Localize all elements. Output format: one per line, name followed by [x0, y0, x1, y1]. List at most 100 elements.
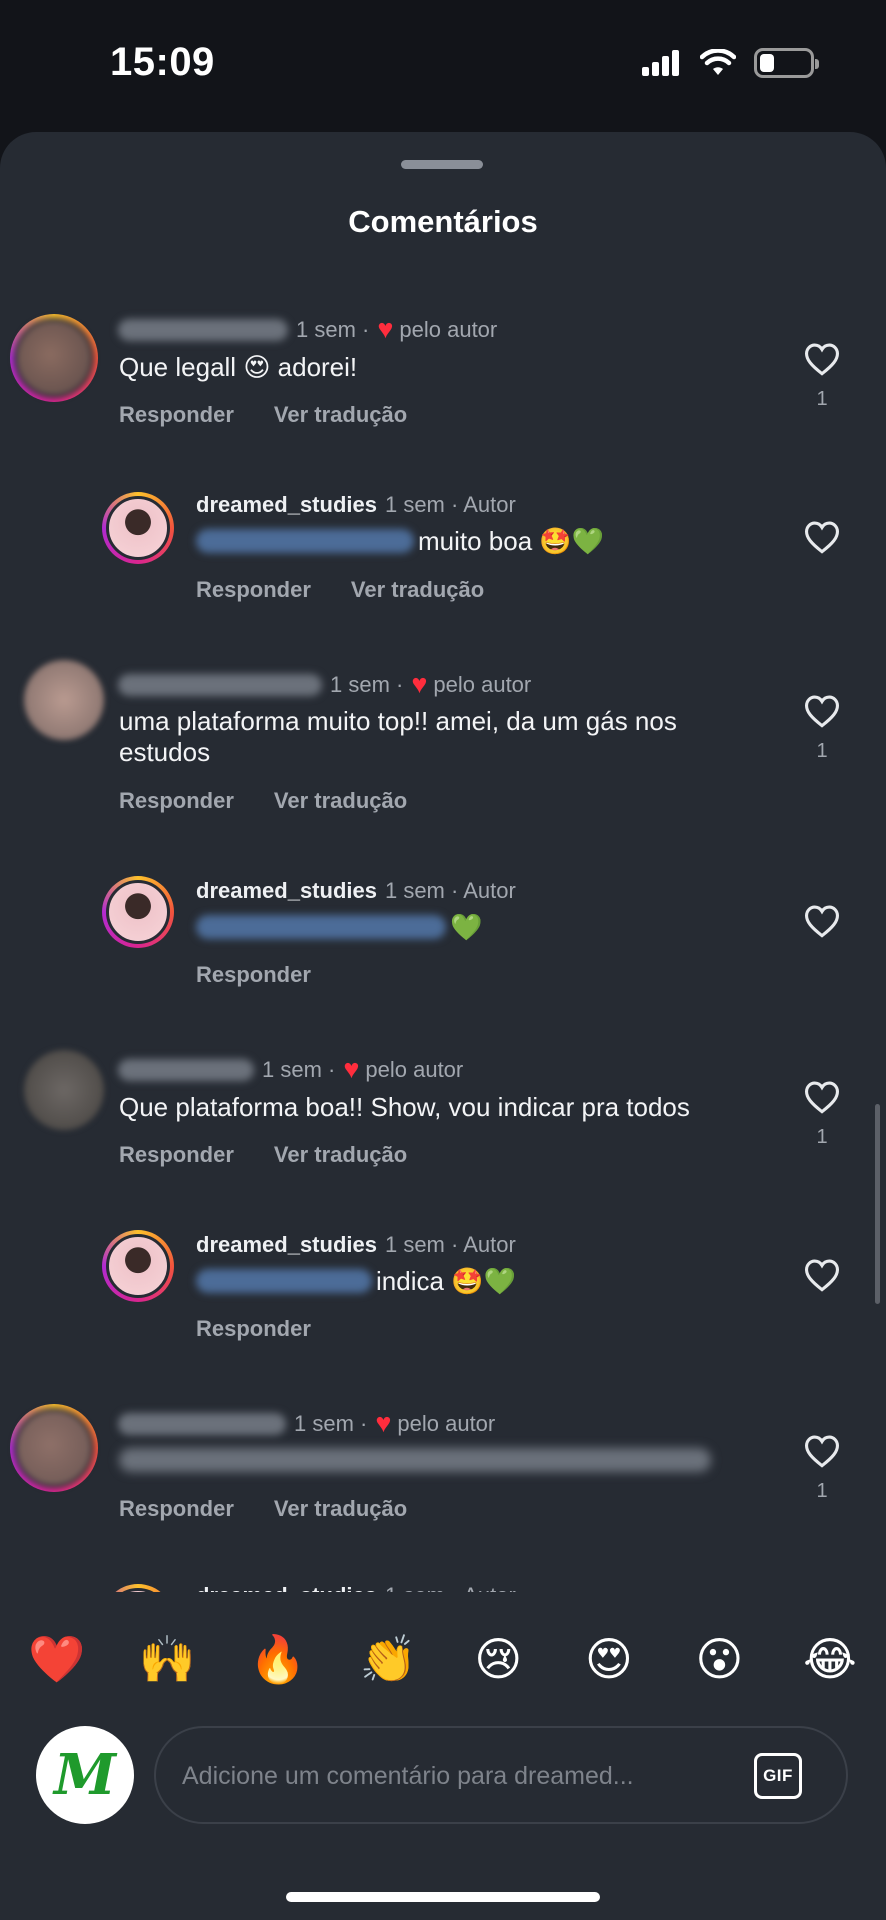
comment-time: 1 sem · Autor [384, 878, 516, 903]
blurred-mention[interactable] [196, 529, 414, 553]
comment-time: 1 sem · [262, 1056, 336, 1082]
comment-actions: Responder Ver tradução [119, 1142, 407, 1168]
author-username[interactable]: dreamed_studies [196, 878, 377, 904]
author-avatar[interactable] [102, 1230, 174, 1302]
reply-button[interactable]: Responder [196, 962, 311, 988]
comment-actions: Responder [196, 1316, 311, 1342]
see-translation-button[interactable]: Ver tradução [274, 402, 407, 428]
author-like-heart-icon: ♥ [375, 1408, 392, 1438]
blurred-username[interactable] [118, 673, 322, 696]
reaction-red-heart[interactable]: ❤️ [28, 1632, 85, 1687]
cellular-signal-icon [642, 50, 679, 76]
reaction-surprised-face[interactable]: 😮 [691, 1632, 747, 1687]
reaction-crying-face[interactable]: 😢 [470, 1632, 526, 1687]
comment-text-part: Que legall [119, 352, 244, 382]
comment-time: 1 sem · [296, 316, 370, 342]
reply-button[interactable]: Responder [196, 577, 311, 603]
comment-emoji: 😍 [243, 352, 271, 382]
comment-text: Que plataforma boa!! Show, vou indicar p… [119, 1092, 690, 1122]
comment-text: muito boa 🤩💚 [196, 526, 604, 557]
comment-text-part: indica [376, 1266, 452, 1296]
comment-meta: 1 sem · ♥ pelo autor [118, 1410, 495, 1437]
commenter-avatar[interactable] [10, 314, 98, 402]
comment-text-part: adorei! [270, 352, 358, 382]
like-button[interactable] [792, 1258, 852, 1292]
reply-button[interactable]: Responder [119, 402, 234, 428]
like-button[interactable]: 1 [792, 342, 852, 411]
like-button[interactable] [792, 520, 852, 554]
like-count: 1 [816, 740, 828, 762]
author-username[interactable]: dreamed_studies [196, 1232, 377, 1258]
author-avatar[interactable] [102, 876, 174, 948]
reply-button[interactable]: Responder [196, 1316, 311, 1342]
author-avatar[interactable] [102, 492, 174, 564]
status-icons [642, 48, 819, 78]
author-like-heart-icon: ♥ [377, 314, 394, 344]
comment-meta: 1 sem · ♥ pelo autor [118, 316, 497, 343]
comment-text: Que legall 😍 adorei! [119, 352, 357, 383]
blurred-username[interactable] [118, 318, 288, 341]
reaction-fire[interactable]: 🔥 [249, 1632, 306, 1687]
heart-outline-icon [804, 1259, 840, 1292]
blurred-username[interactable] [118, 1058, 254, 1081]
reaction-heart-eyes[interactable]: 😍 [581, 1632, 637, 1687]
blurred-mention[interactable] [196, 915, 446, 939]
blurred-comment-text [119, 1448, 711, 1472]
see-translation-button[interactable]: Ver tradução [274, 1142, 407, 1168]
blurred-username[interactable] [118, 1412, 286, 1435]
author-like-heart-icon: ♥ [411, 669, 428, 699]
author-like-heart-icon: ♥ [343, 1054, 360, 1084]
like-button[interactable]: 1 [792, 1434, 852, 1503]
comment-meta: dreamed_studies 1 sem · Autor [196, 492, 516, 518]
commenter-avatar[interactable] [24, 1050, 104, 1130]
see-translation-button[interactable]: Ver tradução [351, 577, 484, 603]
like-count: 1 [816, 1126, 828, 1148]
heart-outline-icon [804, 521, 840, 554]
comment-composer: ❤️ 🙌 🔥 👏 😢 😍 😮 😂 M GIF [0, 1592, 886, 1920]
heart-outline-icon [804, 1081, 840, 1114]
scrollbar[interactable] [875, 1104, 880, 1304]
gif-button[interactable]: GIF [754, 1753, 802, 1799]
comment-actions: Responder Ver tradução [196, 577, 484, 603]
author-username[interactable]: dreamed_studies [196, 492, 377, 518]
comment-time: 1 sem · Autor [384, 492, 516, 517]
liked-by-author-label: pelo autor [397, 1410, 496, 1436]
like-button[interactable]: 1 [792, 694, 852, 763]
blurred-mention[interactable] [196, 1269, 372, 1293]
reaction-clapping-hands[interactable]: 👏 [360, 1632, 417, 1687]
liked-by-author-label: pelo autor [365, 1056, 464, 1082]
reaction-raising-hands[interactable]: 🙌 [139, 1632, 196, 1687]
see-translation-button[interactable]: Ver tradução [274, 788, 407, 814]
comment-text: uma plataforma muito top!! amei, da um g… [119, 706, 677, 767]
liked-by-author-label: pelo autor [399, 316, 498, 342]
comment-actions: Responder Ver tradução [119, 1496, 407, 1522]
like-count: 1 [816, 388, 828, 410]
comment-input[interactable] [182, 1752, 722, 1800]
commenter-avatar[interactable] [10, 1404, 98, 1492]
like-button[interactable]: 1 [792, 1080, 852, 1149]
reply-button[interactable]: Responder [119, 1142, 234, 1168]
home-indicator [286, 1892, 600, 1902]
comment-text-part: muito boa [418, 526, 540, 556]
comment-actions: Responder Ver tradução [119, 788, 407, 814]
see-translation-button[interactable]: Ver tradução [274, 1496, 407, 1522]
liked-by-author-label: pelo autor [433, 671, 532, 697]
comment-meta: dreamed_studies 1 sem · Autor [196, 1232, 516, 1258]
like-button[interactable] [792, 904, 852, 938]
wifi-icon [700, 49, 736, 75]
comment-time: 1 sem · Autor [384, 1232, 516, 1257]
sheet-title: Comentários [348, 204, 538, 239]
comment-input-container: GIF [154, 1726, 848, 1824]
reaction-laughing-face[interactable]: 😂 [802, 1632, 858, 1687]
reply-button[interactable]: Responder [119, 788, 234, 814]
my-avatar[interactable]: M [36, 1726, 134, 1824]
comment-actions: Responder Ver tradução [119, 402, 407, 428]
heart-outline-icon [804, 1435, 840, 1468]
comment-time: 1 sem · [330, 671, 404, 697]
sheet-grabber[interactable] [401, 160, 483, 169]
reply-button[interactable]: Responder [119, 1496, 234, 1522]
commenter-avatar[interactable] [24, 660, 104, 740]
heart-outline-icon [804, 695, 840, 728]
avatar-letter: M [54, 1742, 116, 1808]
comment-emoji: 🤩💚 [539, 526, 605, 556]
